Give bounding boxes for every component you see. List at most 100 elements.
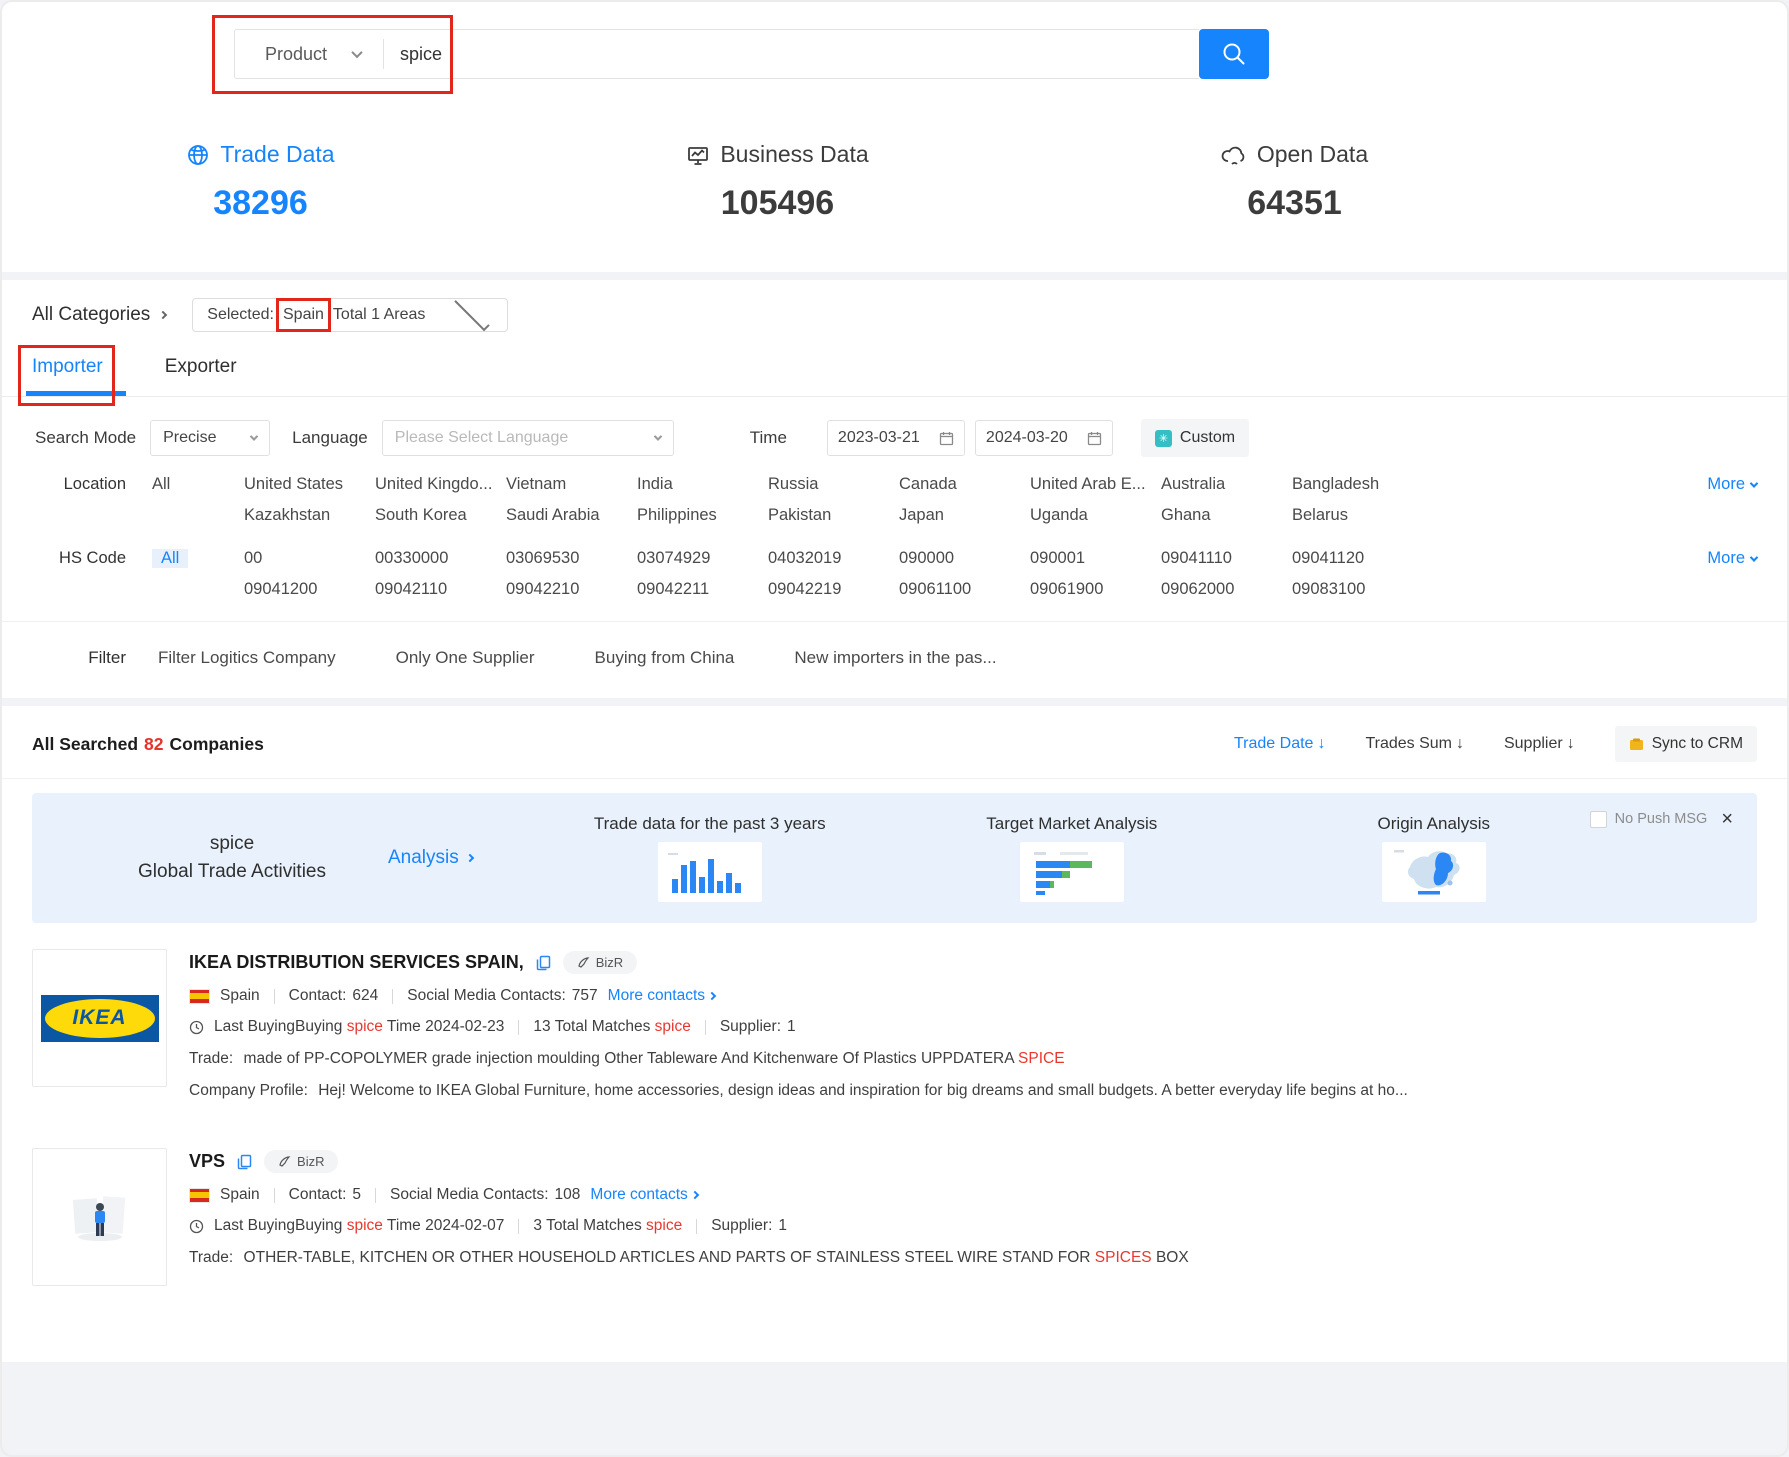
company-logo[interactable] — [32, 1148, 167, 1286]
hscode-option[interactable]: 09042219 — [768, 580, 899, 599]
filter-option-buying-from-china[interactable]: Buying from China — [595, 648, 735, 668]
location-option[interactable]: Vietnam — [506, 475, 637, 494]
hscode-all[interactable]: All — [152, 549, 244, 568]
bizr-badge[interactable]: BizR — [563, 951, 637, 974]
stat-business-data[interactable]: Business Data 105496 — [519, 141, 1036, 223]
origin-analysis-card: Origin Analysis — [1309, 814, 1559, 902]
hscode-option[interactable]: 09061900 — [1030, 580, 1161, 599]
sort-trade-date[interactable]: Trade Date ↓ — [1234, 735, 1325, 753]
location-option[interactable]: Uganda — [1030, 506, 1161, 525]
sort-controls: Trade Date ↓ Trades Sum ↓ Supplier ↓ — [1234, 726, 1757, 762]
company-name[interactable]: VPS — [189, 1151, 225, 1172]
location-option[interactable]: Japan — [899, 506, 1030, 525]
location-option[interactable]: Saudi Arabia — [506, 506, 637, 525]
tab-exporter[interactable]: Exporter — [165, 356, 237, 396]
date-to-input[interactable]: 2024-03-20 — [975, 420, 1113, 456]
no-push-checkbox[interactable] — [1590, 811, 1607, 828]
keyword-highlight: spice — [347, 1018, 383, 1035]
search-category-value: Product — [265, 44, 327, 65]
search-button[interactable] — [1199, 29, 1269, 79]
sort-trades-sum[interactable]: Trades Sum ↓ — [1365, 735, 1464, 753]
location-option[interactable]: South Korea — [375, 506, 506, 525]
location-option[interactable]: Pakistan — [768, 506, 899, 525]
location-option[interactable]: Philippines — [637, 506, 768, 525]
bar-chart-thumbnail[interactable] — [658, 842, 762, 902]
close-icon[interactable]: × — [1721, 809, 1733, 829]
china-map-thumbnail[interactable] — [1382, 842, 1486, 902]
thumb-label: Target Market Analysis — [986, 814, 1157, 834]
arrow-down-icon: ↓ — [1317, 735, 1325, 753]
analysis-link[interactable]: Analysis — [388, 847, 473, 869]
quill-icon — [278, 1155, 291, 1168]
hscode-option[interactable]: 09041120 — [1292, 549, 1423, 568]
stat-open-data[interactable]: Open Data 64351 — [1036, 141, 1553, 223]
location-option[interactable]: Australia — [1161, 475, 1292, 494]
more-contacts-link[interactable]: More contacts — [608, 987, 715, 1005]
custom-time-button[interactable]: ✳ Custom — [1141, 419, 1249, 457]
hscode-filter-grid: HS Code All 00 00330000 03069530 0307492… — [2, 537, 1787, 599]
filter-label: Filter — [32, 648, 152, 668]
hscode-option[interactable]: 09062000 — [1161, 580, 1292, 599]
sort-supplier[interactable]: Supplier ↓ — [1504, 735, 1575, 753]
hscode-option[interactable]: 090001 — [1030, 549, 1161, 568]
company-name[interactable]: IKEA DISTRIBUTION SERVICES SPAIN, — [189, 952, 524, 973]
hscode-option[interactable]: 09083100 — [1292, 580, 1423, 599]
data-source-stats: Trade Data 38296 Business Data 105496 — [2, 141, 1787, 223]
location-option[interactable]: Canada — [899, 475, 1030, 494]
location-option[interactable]: Ghana — [1161, 506, 1292, 525]
location-option[interactable]: India — [637, 475, 768, 494]
hscode-option[interactable]: 09042110 — [375, 580, 506, 599]
hscode-option[interactable]: 09061100 — [899, 580, 1030, 599]
chevron-down-icon — [1750, 479, 1758, 487]
hscode-option[interactable]: 09041200 — [244, 580, 375, 599]
trade-data-3years-card: Trade data for the past 3 years — [585, 814, 835, 902]
copy-icon[interactable] — [536, 955, 551, 971]
tab-importer[interactable]: Importer — [32, 356, 103, 396]
hscode-option[interactable]: 04032019 — [768, 549, 899, 568]
stat-trade-data[interactable]: Trade Data 38296 — [2, 141, 519, 223]
results-header: All Searched82Companies Trade Date ↓ Tra… — [2, 706, 1787, 779]
search-controls-row: Search Mode Precise Language Please Sele… — [2, 397, 1787, 463]
location-option[interactable]: Russia — [768, 475, 899, 494]
hscode-option[interactable]: 03069530 — [506, 549, 637, 568]
location-option[interactable]: Kazakhstan — [244, 506, 375, 525]
language-select[interactable]: Please Select Language — [382, 420, 674, 456]
hscode-label: HS Code — [32, 549, 152, 568]
selected-areas-dropdown[interactable]: Selected: Spain Total 1 Areas — [192, 298, 508, 332]
date-from-input[interactable]: 2023-03-21 — [827, 420, 965, 456]
hbar-chart-thumbnail[interactable] — [1020, 842, 1124, 902]
filter-option-logistics[interactable]: Filter Logitics Company — [158, 648, 336, 668]
sync-to-crm-button[interactable]: Sync to CRM — [1615, 726, 1757, 762]
location-more-button[interactable]: More — [1707, 475, 1757, 494]
ikea-logo: IKEA — [41, 995, 159, 1042]
hscode-option[interactable]: 03074929 — [637, 549, 768, 568]
hscode-more-button[interactable]: More — [1707, 549, 1757, 568]
search-input[interactable] — [384, 44, 1199, 65]
search-mode-select[interactable]: Precise — [150, 420, 270, 456]
hscode-option[interactable]: 09042211 — [637, 580, 768, 599]
copy-icon[interactable] — [237, 1154, 252, 1170]
results-section: All Searched82Companies Trade Date ↓ Tra… — [2, 706, 1787, 1362]
hscode-option[interactable]: 09042210 — [506, 580, 637, 599]
hscode-option[interactable]: 090000 — [899, 549, 1030, 568]
location-option[interactable]: United Arab E... — [1030, 475, 1161, 494]
chevron-right-icon — [466, 854, 474, 862]
search-category-select[interactable]: Product — [235, 30, 383, 78]
location-option[interactable]: United States — [244, 475, 375, 494]
location-option[interactable]: Belarus — [1292, 506, 1423, 525]
location-option[interactable]: United Kingdo... — [375, 475, 506, 494]
company-logo[interactable]: IKEA — [32, 949, 167, 1087]
location-all[interactable]: All — [152, 475, 244, 494]
company-profile: Company Profile: Hej! Welcome to IKEA Gl… — [189, 1082, 1757, 1100]
hscode-option[interactable]: 00 — [244, 549, 375, 568]
hscode-option[interactable]: 09041110 — [1161, 549, 1292, 568]
filter-option-one-supplier[interactable]: Only One Supplier — [396, 648, 535, 668]
more-contacts-link[interactable]: More contacts — [590, 1186, 697, 1204]
annotation-box-spain: Spain — [276, 298, 331, 332]
hscode-option[interactable]: 00330000 — [375, 549, 506, 568]
stat-label: Open Data — [1257, 141, 1368, 168]
all-categories-button[interactable]: All Categories — [32, 304, 166, 326]
location-option[interactable]: Bangladesh — [1292, 475, 1423, 494]
filter-option-new-importers[interactable]: New importers in the pas... — [794, 648, 996, 668]
bizr-badge[interactable]: BizR — [264, 1150, 338, 1173]
